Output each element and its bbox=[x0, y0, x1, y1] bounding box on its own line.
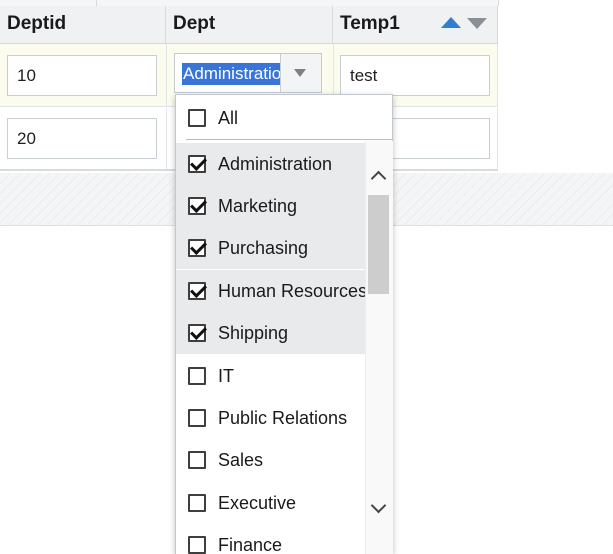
dept-select-value[interactable]: Administration bbox=[182, 63, 284, 85]
checkbox[interactable] bbox=[188, 196, 207, 215]
divider bbox=[186, 139, 392, 140]
column-header-label: Deptid bbox=[7, 13, 67, 34]
option-label: All bbox=[218, 108, 239, 128]
column-header-label: Dept bbox=[173, 13, 216, 34]
option-executive[interactable]: Executive bbox=[176, 482, 366, 524]
checkbox[interactable] bbox=[188, 323, 207, 342]
option-label: Sales bbox=[218, 450, 264, 470]
checkbox[interactable] bbox=[188, 536, 206, 554]
option-human-resources[interactable]: Human Resources bbox=[176, 270, 368, 312]
chevron-down-icon bbox=[370, 497, 387, 514]
column-header-dept[interactable]: Dept bbox=[166, 6, 333, 43]
sort-descending-icon[interactable] bbox=[467, 18, 487, 29]
checkmark-icon bbox=[190, 196, 207, 213]
option-label: Purchasing bbox=[218, 238, 309, 258]
checkbox[interactable] bbox=[188, 494, 206, 512]
option-administration[interactable]: Administration bbox=[176, 143, 366, 185]
checkbox[interactable] bbox=[188, 109, 206, 127]
option-label: Marketing bbox=[218, 196, 298, 216]
temp1-input[interactable]: test bbox=[340, 55, 490, 96]
scroll-down-button[interactable] bbox=[369, 497, 389, 515]
chevron-up-icon bbox=[370, 170, 387, 187]
column-header-label: Temp1 bbox=[340, 13, 400, 34]
option-public-relations[interactable]: Public Relations bbox=[176, 397, 366, 439]
column-header-deptid[interactable]: Deptid bbox=[0, 6, 166, 43]
checkbox[interactable] bbox=[188, 409, 206, 427]
option-finance[interactable]: Finance bbox=[176, 524, 366, 554]
cell-divider bbox=[166, 44, 167, 106]
checkmark-icon bbox=[190, 281, 207, 298]
chevron-down-icon bbox=[294, 69, 306, 77]
option-label: IT bbox=[218, 366, 234, 386]
option-it[interactable]: IT bbox=[176, 355, 366, 397]
option-label: Shipping bbox=[218, 323, 289, 343]
option-label: Administration bbox=[218, 154, 333, 174]
scrollbar-thumb[interactable] bbox=[368, 195, 389, 294]
option-label: Finance bbox=[218, 535, 283, 554]
dept-select-toggle[interactable] bbox=[280, 54, 321, 92]
option-marketing[interactable]: Marketing bbox=[176, 185, 366, 227]
option-all[interactable]: All bbox=[176, 97, 366, 139]
deptid-input[interactable]: 10 bbox=[7, 55, 157, 96]
checkmark-icon bbox=[190, 154, 207, 171]
option-label: Public Relations bbox=[218, 408, 348, 428]
cell-divider bbox=[497, 108, 498, 169]
option-purchasing[interactable]: Purchasing bbox=[176, 227, 366, 269]
option-shipping[interactable]: Shipping bbox=[176, 312, 366, 354]
sort-control bbox=[441, 17, 489, 31]
checkbox[interactable] bbox=[188, 154, 207, 173]
checkbox[interactable] bbox=[188, 451, 206, 469]
scroll-up-button[interactable] bbox=[369, 168, 389, 187]
option-label: Executive bbox=[218, 493, 297, 513]
dropdown-scrollbar[interactable] bbox=[365, 141, 393, 554]
cell-divider bbox=[166, 108, 167, 169]
grid-header: Deptid Dept Temp1 bbox=[0, 6, 498, 44]
option-label: Human Resources bbox=[218, 281, 368, 301]
checkbox[interactable] bbox=[188, 238, 207, 257]
deptid-input[interactable]: 20 bbox=[7, 118, 157, 159]
checkmark-icon bbox=[190, 323, 207, 340]
column-divider bbox=[498, 0, 499, 6]
checkbox[interactable] bbox=[188, 281, 207, 300]
sort-ascending-icon[interactable] bbox=[441, 17, 461, 28]
checkbox[interactable] bbox=[188, 367, 206, 385]
cell-divider bbox=[497, 44, 498, 106]
option-sales[interactable]: Sales bbox=[176, 439, 366, 481]
dept-dropdown-list[interactable]: All Administration Marketing Purchasing … bbox=[175, 94, 393, 554]
dept-select[interactable]: Administration bbox=[174, 53, 322, 93]
checkmark-icon bbox=[190, 238, 207, 255]
